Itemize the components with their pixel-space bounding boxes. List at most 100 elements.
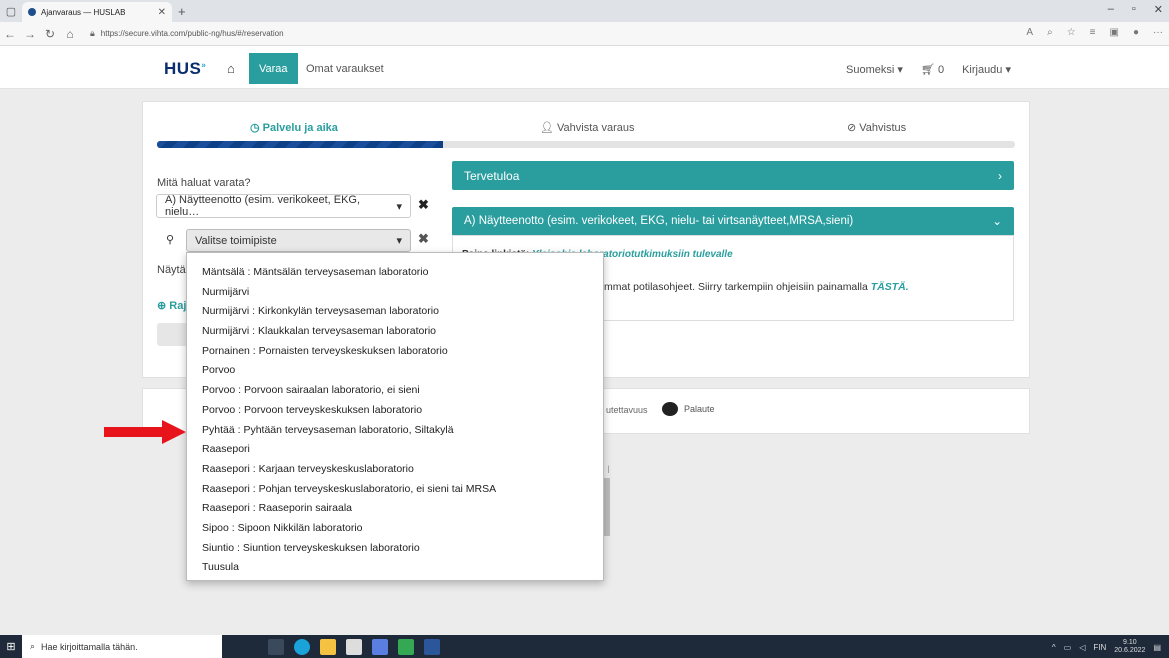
clock[interactable]: 9.10 20.6.2022 [1114, 639, 1145, 655]
favorite-icon[interactable]: ☆ [1067, 27, 1076, 38]
location-pin-icon: ⚲ [166, 234, 175, 246]
instructions-line-2: mmat potilasohjeet. Siirry tarkempiin oh… [604, 281, 909, 293]
step-vahvista: 👤︎ Vahvista varaus [540, 122, 635, 134]
forward-icon[interactable]: → [20, 27, 40, 41]
window-controls: – ▫ ✕ [1108, 3, 1163, 16]
cart[interactable]: 🛒︎ 0 [921, 63, 944, 76]
url-text: https://secure.vihta.com/public-ng/hus/#… [100, 29, 284, 38]
calendar-icon[interactable] [346, 638, 362, 655]
network-icon[interactable]: ▭ [1064, 643, 1072, 652]
location-option[interactable]: Raasepori : Karjaan terveyskeskuslaborat… [187, 460, 603, 480]
clear-service-icon[interactable]: ✖ [418, 197, 429, 213]
clock-icon: ◷ [250, 122, 260, 134]
login-menu[interactable]: Kirjaudu ▾ [962, 63, 1011, 76]
location-option[interactable]: Siuntio : Siuntion terveyskeskuksen labo… [187, 539, 603, 559]
location-option[interactable]: Tuusula [187, 558, 603, 578]
location-option[interactable]: Nurmijärvi [187, 283, 603, 303]
welcome-panel[interactable]: Tervetuloa › [452, 161, 1014, 190]
location-option[interactable]: Mäntsälä : Mäntsälän terveysaseman labor… [187, 263, 603, 283]
window-menu-icon[interactable]: ▢ [0, 0, 22, 22]
browser-tab[interactable]: Ajanvaraus — HUSLAB ✕ [22, 2, 172, 22]
chevron-down-icon: ⌄ [992, 216, 1002, 228]
address-bar: ← → ↻ ⌂ 🔒︎ https://secure.vihta.com/publ… [0, 22, 1169, 46]
clear-location-icon[interactable]: ✖ [418, 231, 429, 247]
read-aloud-icon[interactable]: A [1026, 27, 1033, 38]
footer-logo-ghost: I [607, 464, 611, 476]
word-icon[interactable] [424, 638, 440, 655]
close-tab-icon[interactable]: ✕ [158, 7, 166, 18]
minimize-icon[interactable]: – [1108, 3, 1114, 16]
volume-icon[interactable]: ◁ [1079, 643, 1085, 652]
service-select-value: A) Näytteenotto (esim. verikokeet, EKG, … [165, 194, 361, 218]
favorites-list-icon[interactable]: ≡ [1090, 27, 1096, 38]
location-option[interactable]: Raasepori : Pohjan terveyskeskuslaborato… [187, 480, 603, 500]
edge-icon[interactable] [294, 638, 310, 655]
cart-icon: 🛒︎ [920, 64, 935, 76]
check-circle-icon: ⊘ [847, 122, 857, 134]
refresh-icon[interactable]: ↻ [40, 27, 60, 41]
caret-down-icon: ▾ [396, 200, 402, 213]
location-option[interactable]: Raasepori [187, 440, 603, 460]
language-indicator[interactable]: FIN [1093, 643, 1106, 652]
tray-chevron-icon[interactable]: ^ [1052, 643, 1056, 652]
header-right: Suomeksi ▾ 🛒︎ 0 Kirjaudu ▾ [846, 63, 1011, 76]
location-option[interactable]: Porvoo [187, 361, 603, 381]
step-vahvistus: ⊘ Vahvistus [847, 122, 907, 134]
back-icon[interactable]: ← [0, 27, 20, 41]
location-option[interactable]: Porvoo : Porvoon terveyskeskuksen labora… [187, 401, 603, 421]
accessibility-link[interactable]: utettavuus [606, 405, 648, 415]
service-panel-title: A) Näytteenotto (esim. verikokeet, EKG, … [464, 215, 854, 227]
location-option[interactable]: Sipoo : Sipoon Nikkilän laboratorio [187, 519, 603, 539]
chevron-right-icon: › [998, 168, 1002, 183]
new-tab-icon[interactable]: + [178, 4, 186, 19]
zoom-icon[interactable]: ⌕ [1047, 27, 1053, 38]
taskbar-search[interactable]: ⌕ Hae kirjoittamalla tähän. [22, 635, 222, 658]
progress-fill [157, 141, 443, 148]
home-icon[interactable]: ⌂ [227, 61, 235, 76]
app-icon[interactable] [398, 638, 414, 655]
file-explorer-icon[interactable] [320, 638, 336, 655]
red-arrow-annotation [104, 420, 186, 444]
notification-icon[interactable]: ▤ [1153, 643, 1161, 652]
language-select[interactable]: Suomeksi ▾ [846, 63, 903, 76]
welcome-title: Tervetuloa [464, 168, 520, 183]
tab-title: Ajanvaraus — HUSLAB [41, 7, 126, 17]
teams-icon[interactable] [372, 638, 388, 655]
clock-date: 20.6.2022 [1114, 647, 1146, 654]
service-select[interactable]: A) Näytteenotto (esim. verikokeet, EKG, … [156, 194, 411, 218]
close-window-icon[interactable]: ✕ [1154, 3, 1163, 16]
rajaa-link[interactable]: ⊕ Raj [157, 299, 186, 312]
lock-icon: 🔒︎ [90, 28, 95, 38]
search-icon: ⌕ [30, 641, 36, 651]
task-view-icon[interactable] [268, 638, 284, 655]
location-option[interactable]: Pornainen : Pornaisten terveyskeskuksen … [187, 342, 603, 362]
profile-icon[interactable]: ● [1133, 27, 1139, 38]
restore-icon[interactable]: ▫ [1132, 3, 1136, 16]
home-browser-icon[interactable]: ⌂ [60, 27, 80, 41]
nav-varaa[interactable]: Varaa [249, 53, 298, 84]
tasta-link[interactable]: TÄSTÄ. [871, 281, 909, 293]
system-tray: ^ ▭ ◁ FIN 9.10 20.6.2022 ▤ [1052, 639, 1161, 655]
browser-toolbar: A ⌕ ☆ ≡ ▣ ● ··· [1026, 27, 1163, 38]
location-option[interactable]: Pyhtää : Pyhtään terveysaseman laborator… [187, 421, 603, 441]
location-option[interactable]: Nurmijärvi : Klaukkalan terveysaseman la… [187, 322, 603, 342]
windows-start-icon[interactable]: ⊞ [0, 640, 22, 653]
location-option[interactable]: Raasepori : Raaseporin sairaala [187, 499, 603, 519]
feedback-link[interactable]: Palaute [662, 402, 715, 416]
location-select[interactable]: Valitse toimipiste ▾ [186, 229, 411, 252]
favicon-icon [28, 8, 36, 16]
cart-count: 0 [937, 64, 945, 76]
collections-icon[interactable]: ▣ [1110, 27, 1119, 38]
location-option[interactable]: Nurmijärvi : Kirkonkylän terveysaseman l… [187, 302, 603, 322]
taskbar-search-placeholder: Hae kirjoittamalla tähän. [41, 641, 138, 652]
nav-omat-varaukset[interactable]: Omat varaukset [306, 63, 384, 75]
location-dropdown-list: Mäntsälä : Mäntsälän terveysaseman labor… [186, 252, 604, 581]
hus-logo[interactable]: HUS» [164, 59, 206, 79]
url-field[interactable]: 🔒︎ https://secure.vihta.com/public-ng/hu… [90, 28, 284, 39]
location-option[interactable]: Porvoo : Porvoon sairaalan laboratorio, … [187, 381, 603, 401]
more-icon[interactable]: ··· [1153, 27, 1163, 38]
service-panel-header[interactable]: A) Näytteenotto (esim. verikokeet, EKG, … [452, 207, 1014, 235]
location-select-value: Valitse toimipiste [195, 234, 277, 247]
taskbar-apps [268, 638, 440, 655]
what-label: Mitä haluat varata? [157, 177, 251, 189]
